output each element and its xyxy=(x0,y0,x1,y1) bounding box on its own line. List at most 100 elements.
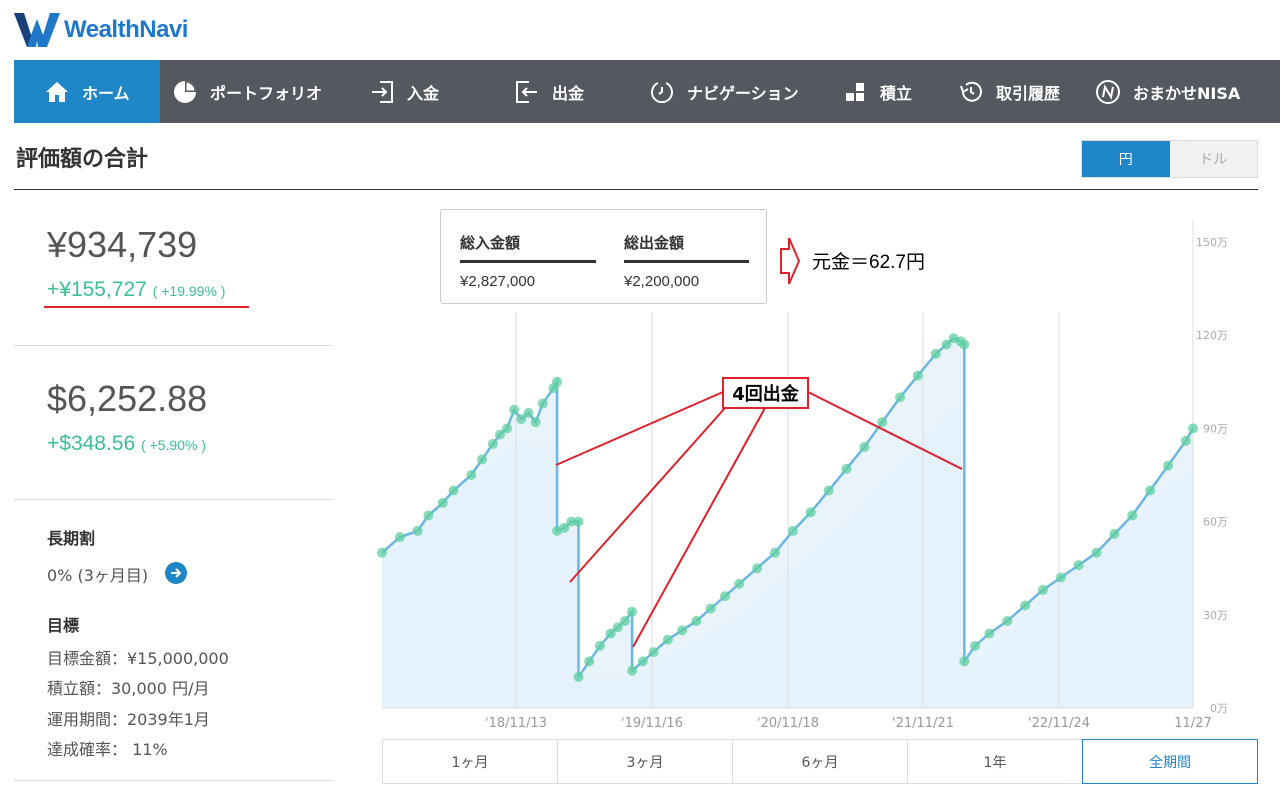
yen-gain-amount: +¥155,727 xyxy=(47,278,147,301)
data-point xyxy=(787,525,798,536)
nav-label: 入金 xyxy=(407,83,440,103)
blocks-icon xyxy=(842,79,868,105)
nisa-icon xyxy=(1095,79,1121,105)
period-all-button[interactable]: 全期間 xyxy=(1082,739,1258,784)
total-deposit-label: 総入金額 xyxy=(460,232,596,263)
history-icon xyxy=(958,79,984,105)
data-point xyxy=(377,547,387,558)
data-point xyxy=(1145,485,1156,496)
goal-probability: 達成確率： 11% xyxy=(47,740,168,759)
x-tick-label: '22/11/24 xyxy=(1028,716,1090,731)
period-1y-button[interactable]: 1年 xyxy=(907,739,1082,784)
data-point xyxy=(662,634,673,645)
period-1m-button[interactable]: 1ヶ月 xyxy=(382,739,557,784)
withdrawals-annotation: 4回出金 xyxy=(732,383,800,405)
title-divider xyxy=(14,189,1258,190)
currency-dollar-button[interactable]: ドル xyxy=(1169,141,1257,177)
y-tick-label: 120万 xyxy=(1196,329,1228,342)
y-tick-label: 0万 xyxy=(1210,702,1228,715)
data-point xyxy=(423,510,434,521)
withdraw-icon xyxy=(514,79,540,105)
nav-item-navigation[interactable]: ナビゲーション xyxy=(619,60,816,123)
principal-annotation: 元金＝62.7円 xyxy=(812,252,925,273)
data-point xyxy=(523,407,534,418)
app-header: WealthNavi xyxy=(0,0,1280,60)
data-point xyxy=(437,497,448,508)
data-point xyxy=(691,616,702,627)
x-tick-label: '20/11/18 xyxy=(757,716,819,731)
divider xyxy=(14,345,332,346)
yen-gain: +¥155,727 ( +19.99% ) xyxy=(47,278,225,302)
data-point xyxy=(895,392,906,403)
total-withdraw-label: 総出金額 xyxy=(624,232,749,263)
data-point xyxy=(1002,616,1013,627)
x-tick-label: 11/27 xyxy=(1174,716,1211,731)
data-point xyxy=(466,470,477,480)
y-tick-label: 150万 xyxy=(1196,236,1228,249)
data-point xyxy=(705,603,716,614)
nav-label: ポートフォリオ xyxy=(210,83,323,103)
data-point xyxy=(984,628,995,639)
data-point xyxy=(959,656,970,667)
total-withdraw-value: ¥2,200,000 xyxy=(624,273,700,290)
data-point xyxy=(769,547,780,558)
deposit-icon xyxy=(369,79,395,105)
period-3m-button[interactable]: 3ヶ月 xyxy=(557,739,732,784)
data-point xyxy=(648,647,659,658)
nav-item-portfolio[interactable]: ポートフォリオ xyxy=(160,60,357,123)
data-point xyxy=(487,438,498,449)
data-point xyxy=(912,370,923,381)
data-point xyxy=(1091,547,1102,558)
nav-item-history[interactable]: 取引履歴 xyxy=(946,60,1085,123)
data-point xyxy=(594,640,605,651)
data-point xyxy=(1073,560,1084,571)
period-selector: 1ヶ月 3ヶ月 6ヶ月 1年 全期間 xyxy=(382,739,1258,784)
data-point xyxy=(1020,600,1031,611)
total-deposit-value: ¥2,827,000 xyxy=(460,273,536,290)
nav-item-reserve[interactable]: 積立 xyxy=(816,60,946,123)
data-point xyxy=(530,417,541,428)
data-point xyxy=(752,563,763,574)
data-point xyxy=(877,417,888,428)
x-tick-label: '21/11/21 xyxy=(892,716,954,731)
data-point xyxy=(619,616,630,627)
data-point xyxy=(637,656,648,667)
page-title: 評価額の合計 xyxy=(16,147,149,172)
nav-item-deposit[interactable]: 入金 xyxy=(357,60,502,123)
logo[interactable]: WealthNavi xyxy=(14,12,188,48)
home-icon xyxy=(44,79,70,105)
total-withdraw: 総出金額 ¥2,200,000 xyxy=(624,232,749,290)
data-point xyxy=(537,398,548,409)
arrow-right-icon[interactable] xyxy=(165,562,187,584)
data-point xyxy=(627,665,638,676)
logo-text: WealthNavi xyxy=(64,16,188,43)
data-point xyxy=(448,485,459,496)
data-point xyxy=(841,463,852,474)
data-point xyxy=(627,606,638,617)
data-point xyxy=(573,671,584,682)
nav-item-home[interactable]: ホーム xyxy=(14,60,160,123)
navigation-icon xyxy=(649,79,675,105)
long-term-heading: 長期割 xyxy=(47,529,96,548)
data-point xyxy=(1162,460,1173,471)
usd-gain-amount: +$348.56 xyxy=(47,432,136,455)
data-point xyxy=(477,454,488,465)
goal-target-amount: 目標金額：¥15,000,000 xyxy=(47,649,229,668)
nav-item-withdraw[interactable]: 出金 xyxy=(502,60,619,123)
currency-yen-button[interactable]: 円 xyxy=(1082,141,1170,177)
data-point xyxy=(719,591,730,602)
long-term-value: 0% (3ヶ月目) xyxy=(47,566,149,585)
usd-total: $6,252.88 xyxy=(47,378,208,419)
red-arrow-icon xyxy=(780,237,801,285)
nav-item-nisa[interactable]: おまかせNISA xyxy=(1085,60,1280,123)
data-point xyxy=(394,532,405,543)
data-point xyxy=(823,485,834,496)
main-nav: ホーム ポートフォリオ 入金 出金 ナビゲーション 積立 取引履歴 おまかせNI… xyxy=(14,60,1280,123)
data-point xyxy=(1055,572,1066,583)
goal-heading: 目標 xyxy=(47,616,80,635)
nav-label: ホーム xyxy=(82,83,130,103)
period-6m-button[interactable]: 6ヶ月 xyxy=(732,739,907,784)
nav-label: おまかせNISA xyxy=(1133,83,1241,103)
yen-total: ¥934,739 xyxy=(47,224,198,265)
x-tick-label: '19/11/16 xyxy=(621,716,683,731)
